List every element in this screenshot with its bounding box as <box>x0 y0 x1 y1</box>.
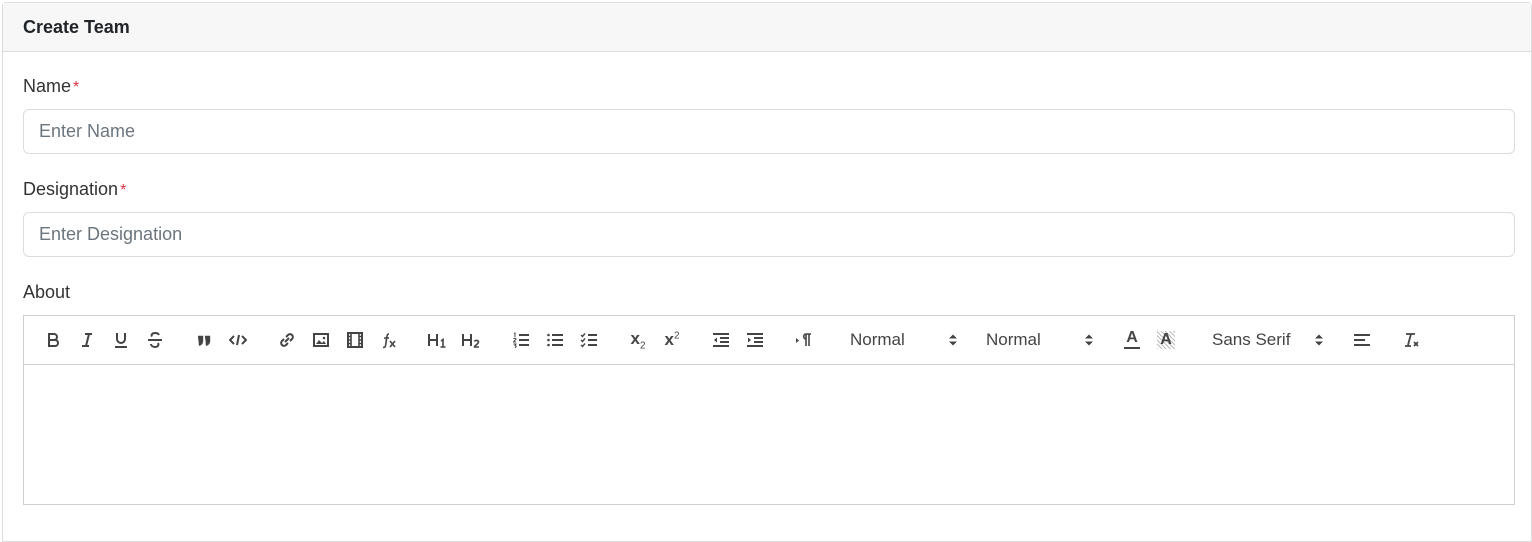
media-group <box>273 326 409 354</box>
ordered-list-button[interactable] <box>507 326 535 354</box>
about-label: About <box>23 282 71 302</box>
font-select-value: Sans Serif <box>1212 330 1291 349</box>
format-group <box>39 326 175 354</box>
font-select[interactable]: Sans Serif <box>1208 326 1324 354</box>
card-body: Name* Designation* About <box>3 75 1531 505</box>
heading-2-icon <box>462 334 480 348</box>
required-mark: * <box>73 79 80 96</box>
script-group: x2 x2 <box>624 326 692 354</box>
bold-button[interactable] <box>39 326 67 354</box>
strike-button[interactable] <box>141 326 169 354</box>
indent-group <box>707 326 775 354</box>
image-icon <box>313 333 329 347</box>
checklist-icon <box>580 333 597 348</box>
designation-input[interactable] <box>23 212 1515 257</box>
create-team-card: Create Team Name* Designation* About <box>2 2 1532 542</box>
subscript-button[interactable]: x2 <box>624 326 652 354</box>
indent-button[interactable] <box>741 326 769 354</box>
text-direction-button[interactable] <box>790 326 818 354</box>
editor-content-area[interactable] <box>24 365 1514 504</box>
outdent-button[interactable] <box>707 326 735 354</box>
header-select-value: Normal <box>850 330 905 349</box>
check-list-button[interactable] <box>575 326 603 354</box>
link-button[interactable] <box>273 326 301 354</box>
subscript-icon: x2 <box>630 329 645 351</box>
superscript-mark: 2 <box>673 330 680 342</box>
italic-icon <box>82 333 92 347</box>
superscript-button[interactable]: x2 <box>658 326 686 354</box>
formula-button[interactable] <box>375 326 403 354</box>
editor-toolbar: x2 x2 Normal Normal A A Sans Serif <box>24 316 1514 365</box>
h2-button[interactable] <box>458 326 486 354</box>
text-color-icon: A <box>1124 329 1140 349</box>
about-rich-text-editor: x2 x2 Normal Normal A A Sans Serif <box>23 315 1515 505</box>
subscript-letter: x <box>630 328 640 348</box>
size-select[interactable]: Normal <box>982 326 1094 354</box>
heading-1-icon <box>428 334 446 348</box>
ordered-list-icon <box>512 332 529 348</box>
code-block-button[interactable] <box>224 326 252 354</box>
h1-button[interactable] <box>424 326 452 354</box>
bullet-list-icon <box>547 333 563 347</box>
link-icon <box>280 333 294 347</box>
image-button[interactable] <box>307 326 335 354</box>
code-icon <box>229 334 247 346</box>
background-color-icon: A <box>1157 331 1175 349</box>
required-mark: * <box>120 182 127 199</box>
align-group <box>1348 326 1382 354</box>
color-bar <box>1124 347 1140 349</box>
direction-group <box>790 326 824 354</box>
bullet-list-button[interactable] <box>541 326 569 354</box>
bold-icon <box>48 333 59 347</box>
block-group <box>190 326 258 354</box>
dropdown-arrows-icon <box>949 334 957 346</box>
underline-icon <box>115 333 127 348</box>
background-color-button[interactable]: A <box>1152 326 1180 354</box>
color-group: A A <box>1118 326 1186 354</box>
formula-icon <box>382 333 396 349</box>
name-label: Name * <box>23 75 1514 97</box>
designation-label: Designation * <box>23 178 1514 200</box>
clear-formatting-icon <box>1405 333 1419 347</box>
video-icon <box>347 332 363 348</box>
underline-button[interactable] <box>107 326 135 354</box>
blockquote-button[interactable] <box>190 326 218 354</box>
dropdown-arrows-icon <box>1085 334 1093 346</box>
text-direction-icon <box>796 333 811 346</box>
superscript-letter: x <box>664 330 674 349</box>
list-group <box>507 326 609 354</box>
video-button[interactable] <box>341 326 369 354</box>
quote-icon <box>198 335 211 347</box>
align-button[interactable] <box>1348 326 1376 354</box>
card-title: Create Team <box>23 16 130 37</box>
card-header: Create Team <box>3 3 1531 52</box>
name-input[interactable] <box>23 109 1515 154</box>
italic-button[interactable] <box>73 326 101 354</box>
header-select[interactable]: Normal <box>846 326 958 354</box>
dropdown-arrows-icon <box>1315 334 1323 346</box>
outdent-icon <box>713 333 729 347</box>
strikethrough-icon <box>148 332 162 349</box>
text-color-button[interactable]: A <box>1118 326 1146 354</box>
subscript-mark: 2 <box>639 340 646 352</box>
indent-icon <box>747 333 763 347</box>
clean-group <box>1397 326 1431 354</box>
designation-label-text: Designation <box>23 179 119 199</box>
clear-formatting-button[interactable] <box>1397 326 1425 354</box>
text-color-letter: A <box>1126 329 1138 346</box>
align-left-icon <box>1354 334 1370 346</box>
heading-group <box>424 326 492 354</box>
name-label-text: Name <box>23 76 72 96</box>
superscript-icon: x2 <box>664 330 679 350</box>
background-color-letter: A <box>1160 331 1172 348</box>
size-select-value: Normal <box>986 330 1041 349</box>
